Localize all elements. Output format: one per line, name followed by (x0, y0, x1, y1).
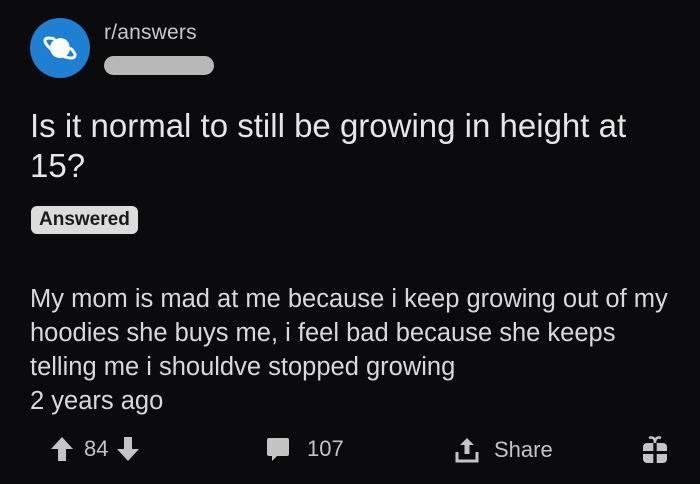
comment-count: 107 (307, 436, 344, 461)
planet-icon (43, 35, 77, 60)
share-icon (455, 438, 479, 463)
post-age: 2 years ago (30, 387, 164, 415)
downvote-button[interactable] (116, 436, 140, 462)
share-button[interactable]: Share (454, 436, 553, 464)
subreddit-avatar[interactable] (30, 18, 90, 78)
post-body-text: My mom is mad at me because i keep growi… (30, 285, 668, 381)
post-header: r/answers (30, 18, 214, 78)
comments-button[interactable]: 107 (265, 436, 344, 462)
action-bar: 84 107 Share (0, 430, 700, 474)
redacted-username (104, 56, 214, 75)
post-card: r/answers Is it normal to still be growi… (0, 0, 700, 484)
subreddit-name[interactable]: r/answers (104, 21, 214, 45)
arrow-up-icon (51, 437, 73, 461)
gift-icon (643, 436, 667, 463)
arrow-down-icon (117, 437, 140, 461)
post-meta: r/answers (104, 21, 214, 75)
vote-count: 84 (84, 436, 109, 461)
post-body: My mom is mad at me because i keep growi… (30, 282, 680, 418)
award-button[interactable] (641, 435, 669, 465)
share-label: Share (494, 437, 553, 462)
comment-bubble-icon (267, 438, 289, 461)
vote-controls: 84 (50, 436, 140, 462)
post-title[interactable]: Is it normal to still be growing in heig… (30, 106, 680, 186)
upvote-button[interactable] (50, 436, 74, 462)
flair-badge[interactable]: Answered (31, 206, 138, 234)
